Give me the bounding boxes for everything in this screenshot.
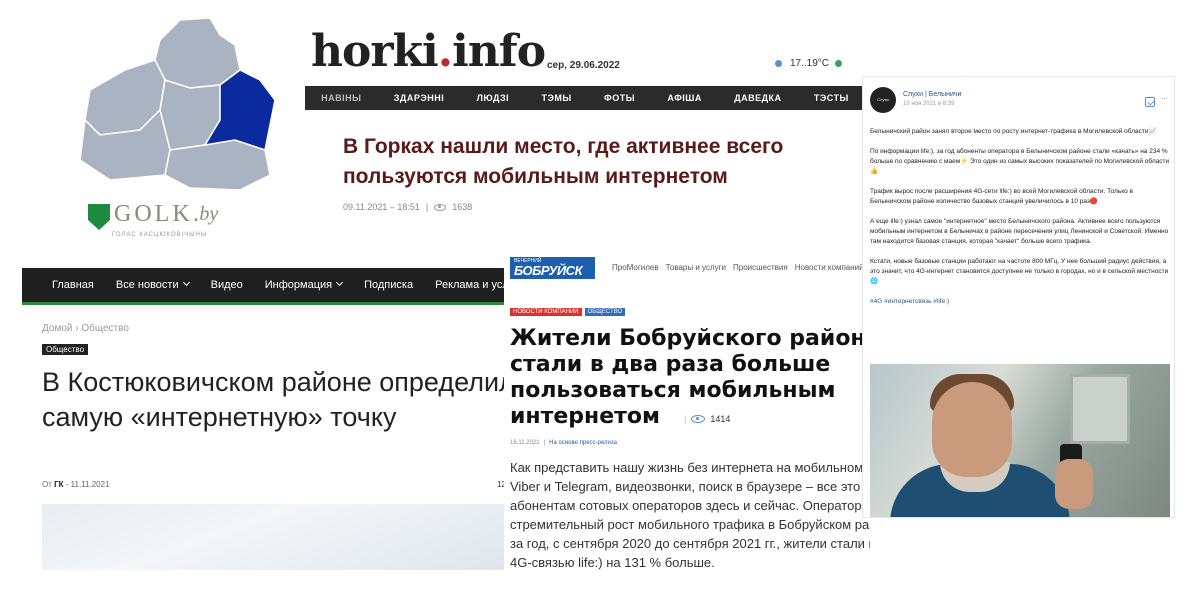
horki-logo[interactable]: horki.info	[311, 26, 546, 77]
bob-article-date: 16.11.2021	[510, 440, 540, 446]
bob-nav-item[interactable]: Новости компаний	[795, 263, 864, 272]
horki-date: сер, 29.06.2022	[547, 60, 620, 71]
golk-logo-dot: .	[192, 200, 200, 227]
horki-logo-main: horki	[311, 26, 439, 77]
kost-nav: Главная Все новости Видео Информация Под…	[22, 268, 504, 305]
horki-nav-item[interactable]: ФОТЫ	[604, 93, 635, 103]
weather-extra-icon	[835, 60, 843, 67]
bob-nav-item[interactable]: Происшествия	[733, 263, 788, 272]
weather-icon	[775, 60, 782, 67]
golk-logo-text: GOLK	[114, 200, 193, 227]
meta-separator: |	[543, 440, 546, 446]
kost-nav-label: Главная	[52, 279, 94, 291]
kost-views-count: 12	[497, 480, 504, 489]
post-body: Белыничский район занял второе место по …	[870, 127, 1170, 317]
kost-nav-item-ads[interactable]: Реклама и услуги	[435, 279, 504, 291]
horki-nav-item[interactable]: ЛЮДЗІ	[477, 93, 510, 103]
post-paragraph: Кстати, новые базовые станции работают н…	[870, 258, 1169, 285]
kost-nav-item-subscription[interactable]: Подписка	[364, 279, 413, 291]
author-name[interactable]: ГК	[54, 480, 63, 489]
horki-nav-item[interactable]: ЗДАРЭННІ	[394, 93, 444, 103]
bob-views: | 1414	[684, 414, 730, 424]
horki-article-date: 09.11.2021 – 18:51	[343, 202, 420, 212]
breadcrumb[interactable]: Домой › Общество	[42, 323, 129, 334]
kost-article-title: В Костюковичском районе определили самую…	[42, 367, 504, 432]
post-photo[interactable]	[870, 364, 1170, 517]
golk-subtitle: ГОЛАС КАСЦЮКОВІЧЫНЫ	[112, 232, 208, 238]
horki-nav: НАВІНЫ ЗДАРЭННІ ЛЮДЗІ ТЭМЫ ФОТЫ АФІША ДА…	[305, 86, 865, 110]
bob-logo-big: БОБРУЙСК	[514, 263, 583, 278]
golk-flag-icon	[88, 201, 110, 230]
social-post: Слухи Белыничи Слухи | Белыничи 10 ноя 2…	[862, 76, 1175, 518]
article-date: 11.11.2021	[70, 480, 110, 489]
photo-head	[932, 382, 1012, 477]
horki-panel: horki.info сер, 29.06.2022 17..19°C НАВІ…	[305, 18, 865, 233]
more-icon[interactable]: ...	[1161, 93, 1168, 101]
horki-logo-tld: info	[452, 26, 546, 77]
bob-article-body: Как представить нашу жизнь без интернета…	[510, 460, 870, 570]
photo-window	[1070, 374, 1130, 444]
chevron-down-icon	[336, 278, 344, 287]
avatar[interactable]: Слухи Белыничи	[870, 87, 896, 128]
tag-society[interactable]: ОБЩЕСТВО	[584, 308, 626, 316]
bob-article-meta: 16.11.2021 | На основе пресс-релиза	[510, 440, 617, 446]
horki-nav-item[interactable]: АФІША	[667, 93, 702, 103]
post-paragraph: Трафик вырос после расширения 4G-сети li…	[870, 188, 1133, 205]
kost-nav-item-info[interactable]: Информация	[264, 278, 344, 291]
post-date[interactable]: 10 ноя 2021 в 8:39	[903, 101, 954, 107]
bob-nav-item[interactable]: Товары и услуги	[666, 263, 726, 272]
horki-views-count: 1638	[452, 202, 473, 212]
golk-logo[interactable]: GOLK . by	[88, 200, 219, 230]
horki-logo-dot: .	[437, 26, 453, 77]
horki-nav-item[interactable]: ТЭСТЫ	[814, 93, 849, 103]
tag-company-news[interactable]: НОВОСТИ КОМПАНИЙ	[510, 308, 582, 316]
horki-article-meta: 09.11.2021 – 18:51 | 1638	[343, 202, 472, 212]
bob-nav: ПроМогилев Товары и услуги Происшествия …	[612, 263, 864, 272]
kost-nav-label: Все новости	[115, 279, 179, 291]
article-photo	[42, 504, 504, 570]
horki-nav-item[interactable]: ТЭМЫ	[541, 93, 571, 103]
horki-nav-item[interactable]: НАВІНЫ	[321, 93, 361, 103]
category-badge[interactable]: Общество	[42, 344, 89, 355]
kost-nav-label: Видео	[210, 279, 243, 291]
horki-weather: 17..19°C	[775, 58, 844, 69]
map-region-north	[154, 17, 241, 89]
post-paragraph: По информации life:), за год абоненты оп…	[870, 148, 1170, 175]
verified-icon	[1145, 97, 1155, 107]
kost-article-meta: От ГК - 11.11.2021	[42, 480, 110, 489]
eye-icon	[434, 203, 447, 211]
bob-nav-item[interactable]: ПроМогилев	[612, 263, 659, 272]
views-separator: |	[425, 202, 429, 212]
bob-panel: ВЕЧЕРНИЙ БОБРУЙСК ПроМогилев Товары и ус…	[504, 252, 870, 600]
bob-article-source[interactable]: На основе пресс-релиза	[549, 440, 617, 446]
photo-hand	[1055, 459, 1093, 509]
kost-nav-label: Подписка	[364, 279, 414, 291]
kost-nav-label: Реклама и услуги	[435, 279, 504, 291]
post-author[interactable]: Слухи | Белыничи	[903, 91, 961, 98]
horki-article-title[interactable]: В Горках нашли место, где активнее всего…	[343, 132, 843, 192]
kost-panel: Главная Все новости Видео Информация Под…	[22, 268, 504, 600]
post-paragraph: А еще life:) узнал самое "интернетное" м…	[870, 218, 1169, 245]
kost-nav-item-all-news[interactable]: Все новости	[115, 278, 190, 291]
golk-logo-tld: by	[199, 202, 219, 225]
eye-icon	[691, 415, 706, 423]
bob-views-count: 1414	[710, 414, 731, 424]
bob-tags: НОВОСТИ КОМПАНИЙ ОБЩЕСТВО	[510, 308, 626, 316]
author-prefix: От	[42, 480, 52, 489]
horki-nav-item[interactable]: ДАВЕДКА	[734, 93, 781, 103]
kost-nav-item-video[interactable]: Видео	[211, 279, 243, 291]
post-paragraph: Белыничский район занял второе место по …	[870, 128, 1157, 135]
kost-nav-item-home[interactable]: Главная	[52, 279, 94, 291]
kost-nav-label: Информация	[264, 279, 333, 291]
post-hashtags[interactable]: #4G #интернетсвязь #life:)	[870, 297, 1170, 307]
belarus-region-map	[79, 17, 276, 191]
bob-logo[interactable]: ВЕЧЕРНИЙ БОБРУЙСК	[510, 257, 595, 279]
views-separator: |	[684, 414, 687, 424]
chevron-down-icon	[182, 278, 190, 287]
weather-temp: 17..19°C	[790, 58, 830, 69]
map-panel: GOLK . by ГОЛАС КАСЦЮКОВІЧЫНЫ	[70, 10, 285, 250]
